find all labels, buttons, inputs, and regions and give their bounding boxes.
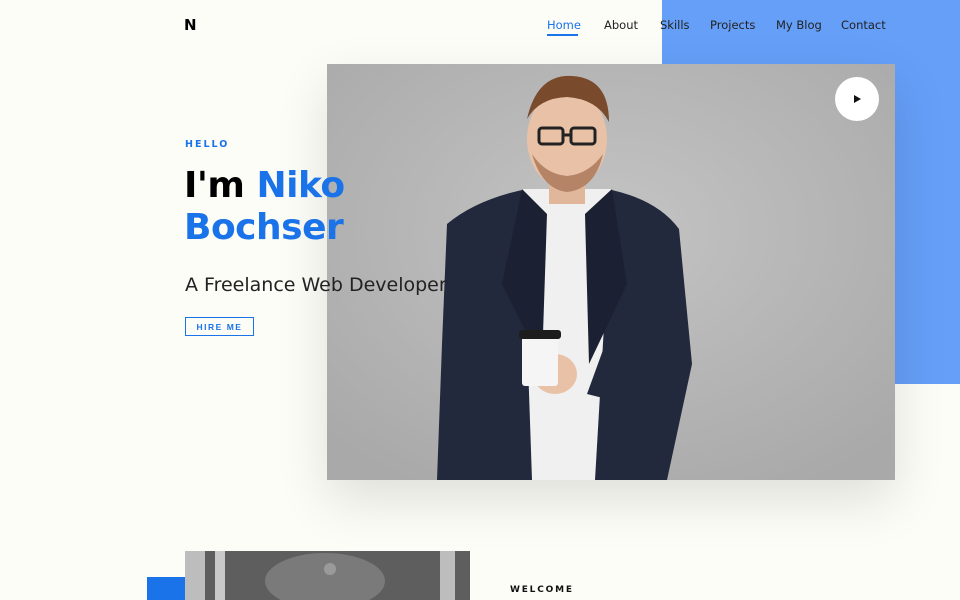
- brand-logo[interactable]: N: [184, 16, 197, 34]
- nav-skills[interactable]: Skills: [660, 18, 690, 32]
- nav-my-blog[interactable]: My Blog: [776, 18, 822, 32]
- about-eyebrow: WELCOME: [510, 585, 574, 595]
- hero-portrait: [327, 64, 895, 480]
- nav-projects[interactable]: Projects: [710, 18, 755, 32]
- portrait-illustration: [327, 64, 895, 480]
- hire-me-button[interactable]: HIRE ME: [185, 317, 254, 336]
- play-video-button[interactable]: [835, 77, 879, 121]
- nav-contact[interactable]: Contact: [841, 18, 886, 32]
- hero-first-name: Niko: [256, 165, 345, 206]
- accent-square: [147, 577, 187, 600]
- hero-greeting: HELLO: [185, 139, 230, 150]
- about-image-illustration: [185, 551, 470, 600]
- about-image: [185, 551, 470, 600]
- nav-about[interactable]: About: [604, 18, 638, 32]
- hero-subtitle: A Freelance Web Developer: [185, 274, 447, 296]
- nav-active-indicator: [547, 34, 578, 36]
- hero-title: I'm Niko Bochser: [184, 165, 345, 249]
- hero-last-name: Bochser: [184, 207, 344, 248]
- hero-intro: I'm: [184, 165, 245, 206]
- play-icon: [854, 95, 861, 103]
- nav-home[interactable]: Home: [547, 18, 581, 32]
